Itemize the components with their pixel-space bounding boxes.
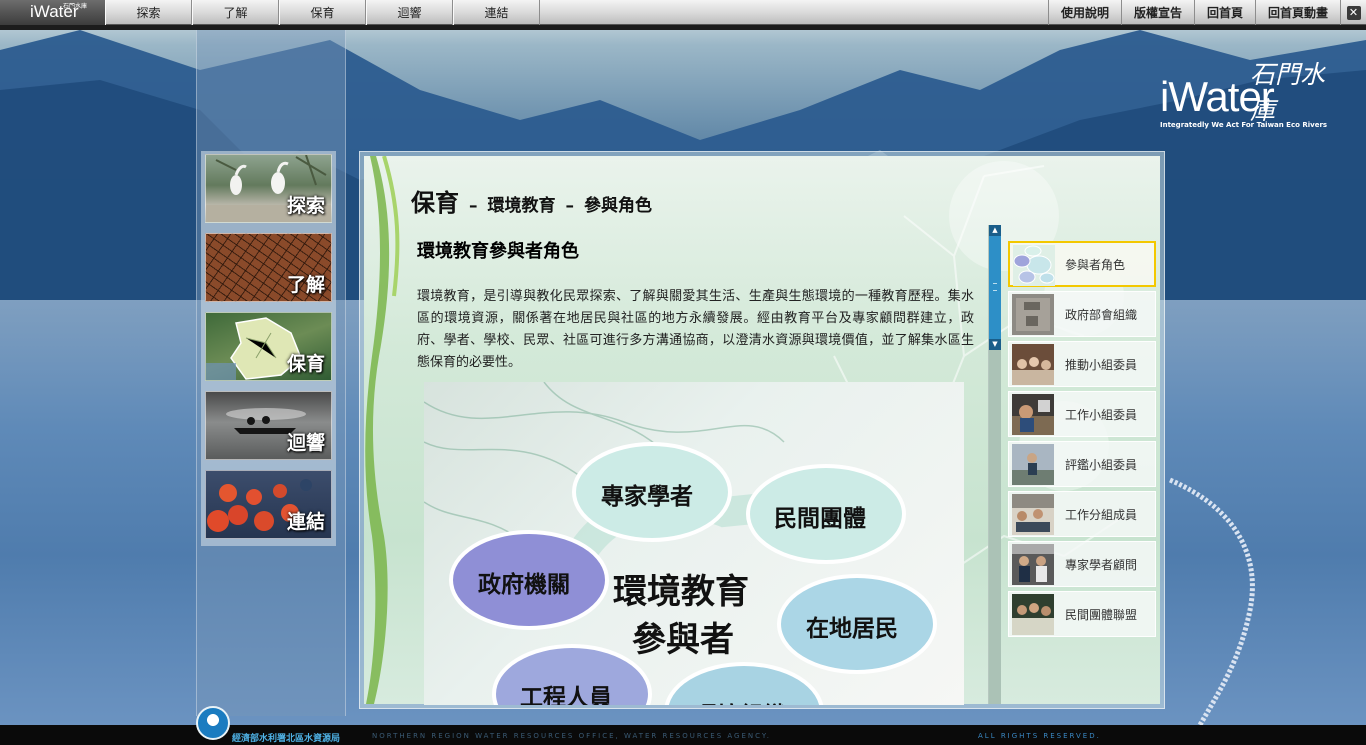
promotion-committee-thumbnail	[1012, 344, 1054, 385]
help-link[interactable]: 使用說明	[1047, 0, 1121, 25]
agency-logo-icon	[196, 706, 230, 740]
content-scrollbar[interactable]: ▲ ▼	[988, 225, 1001, 704]
subpage-label: 工作小組委員	[1065, 408, 1138, 422]
left-nav-explore-label: 探索	[286, 195, 325, 217]
top-logo-small: 石門水庫	[63, 3, 88, 10]
article-content: 環境教育參與者角色 環境教育，是引導與教化民眾探索、了解與關愛其生活、生產與生態…	[412, 225, 986, 705]
article-body: 環境教育，是引導與教化民眾探索、了解與關愛其生活、生產與生態環境的一種教育歷程。…	[417, 289, 974, 370]
diagram-node-ngo: 民間團體	[774, 506, 866, 532]
evaluation-committee-thumbnail	[1012, 444, 1054, 485]
subpage-item-working-group[interactable]: 工作分組成員	[1008, 491, 1156, 537]
page-title-main: 保育	[411, 189, 459, 217]
scroll-grip-icon	[993, 283, 997, 291]
scroll-track[interactable]	[989, 350, 1001, 704]
diagram-node-experts: 專家學者	[601, 484, 693, 510]
subpage-item-ngo-alliance[interactable]: 民間團體聯盟	[1008, 591, 1156, 637]
subpage-label: 評鑑小組委員	[1065, 458, 1138, 472]
diagram-node-residents: 在地居民	[806, 616, 898, 642]
diagram-center-line1: 環境教育	[613, 572, 749, 612]
copyright-link[interactable]: 版權宣告	[1120, 0, 1194, 25]
left-image-nav: 探索 了解 保育 迴響 連結	[201, 151, 336, 546]
diagram-node-engineers: 工程人員	[520, 685, 612, 705]
left-nav-understand-label: 了解	[286, 274, 325, 296]
subpage-item-evaluation-committee[interactable]: 評鑑小組委員	[1008, 441, 1156, 487]
left-nav-links-label: 連結	[286, 511, 325, 533]
left-nav-conservation[interactable]: 保育	[205, 312, 332, 381]
expert-advisors-thumbnail	[1012, 544, 1054, 585]
top-logo[interactable]: iWater 石門水庫	[0, 0, 105, 25]
utility-nav: 使用說明 版權宣告 回首頁 回首頁動畫 ✕	[1047, 0, 1366, 25]
subpage-item-participant-roles[interactable]: 參與者角色	[1008, 241, 1156, 287]
buoy-line-decor	[1169, 477, 1255, 727]
subpage-label: 政府部會組織	[1065, 308, 1138, 322]
working-group-thumbnail	[1012, 494, 1054, 535]
working-committee-thumbnail	[1012, 394, 1054, 435]
scroll-thumb[interactable]	[989, 236, 1001, 339]
subpage-label: 民間團體聯盟	[1065, 608, 1138, 622]
left-nav-understand[interactable]: 了解	[205, 233, 332, 302]
diagram-center-line2: 參與者	[632, 620, 734, 660]
section-title: 環境教育參與者角色	[417, 241, 579, 262]
page-title: 保育 – 環境教育 – 參與角色	[411, 183, 652, 218]
subpage-label: 推動小組委員	[1065, 358, 1138, 372]
subpage-item-working-committee[interactable]: 工作小組委員	[1008, 391, 1156, 437]
subpage-label: 專家學者顧問	[1065, 558, 1138, 572]
close-icon: ✕	[1346, 5, 1361, 20]
subpage-item-government-org[interactable]: 政府部會組織	[1008, 291, 1156, 337]
home-animation-link[interactable]: 回首頁動畫	[1254, 0, 1340, 25]
nav-item-feedback[interactable]: 迴響	[366, 0, 453, 25]
top-bar: iWater 石門水庫 探索 了解 保育 迴響 連結 使用說明 版權宣告 回首頁…	[0, 0, 1366, 25]
page-title-sub1: 環境教育	[487, 196, 556, 216]
participant-diagram: 環境教育 參與者 專家學者 民間團體 政府機關 在地居民 工程人員 環境組織	[424, 382, 964, 705]
main-nav: 探索 了解 保育 迴響 連結	[105, 0, 540, 25]
diagram-node-environment: 環境組織	[694, 696, 786, 705]
page-title-separator-2: –	[565, 196, 575, 216]
brand-name: iWater	[1160, 73, 1275, 120]
subpage-label: 參與者角色	[1065, 258, 1126, 272]
scroll-up-icon[interactable]: ▲	[989, 225, 1001, 236]
left-nav-conservation-label: 保育	[286, 353, 325, 375]
nav-item-understand[interactable]: 了解	[192, 0, 279, 25]
subpage-label: 工作分組成員	[1065, 508, 1138, 522]
brand-logo: 石門水庫 iWater Integratedly We Act For Taiw…	[1158, 55, 1348, 135]
page-title-separator: –	[469, 196, 478, 216]
left-nav-links[interactable]: 連結	[205, 470, 332, 539]
close-button[interactable]: ✕	[1340, 0, 1366, 25]
nav-item-conservation[interactable]: 保育	[279, 0, 366, 25]
footer-rights: ALL RIGHTS RESERVED.	[978, 732, 1101, 740]
brand-tagline: Integratedly We Act For Taiwan Eco River…	[1160, 121, 1328, 129]
nav-item-explore[interactable]: 探索	[105, 0, 192, 25]
left-nav-feedback-label: 迴響	[286, 432, 325, 454]
left-nav-feedback[interactable]: 迴響	[205, 391, 332, 460]
subpage-item-expert-advisors[interactable]: 專家學者顧問	[1008, 541, 1156, 587]
nav-item-links[interactable]: 連結	[453, 0, 540, 25]
footer-agency-name: 經濟部水利署北區水資源局	[232, 734, 341, 744]
home-link[interactable]: 回首頁	[1193, 0, 1255, 25]
ngo-alliance-thumbnail	[1012, 594, 1054, 635]
scroll-down-icon[interactable]: ▼	[989, 339, 1001, 350]
diagram-node-government: 政府機關	[478, 572, 570, 598]
left-nav-explore[interactable]: 探索	[205, 154, 332, 223]
participant-roles-thumbnail	[1013, 245, 1055, 286]
subpage-item-promotion-committee[interactable]: 推動小組委員	[1008, 341, 1156, 387]
footer-agency-english: NORTHERN REGION WATER RESOURCES OFFICE, …	[372, 732, 771, 740]
subpage-list: 參與者角色 政府部會組織 推動小組委員 工作小組委員 評鑑小組委員 工作分組成員…	[1008, 241, 1156, 641]
page-title-sub2: 參與角色	[584, 196, 652, 216]
bamboo-leaf-decor	[365, 156, 400, 704]
government-org-thumbnail	[1012, 294, 1054, 335]
